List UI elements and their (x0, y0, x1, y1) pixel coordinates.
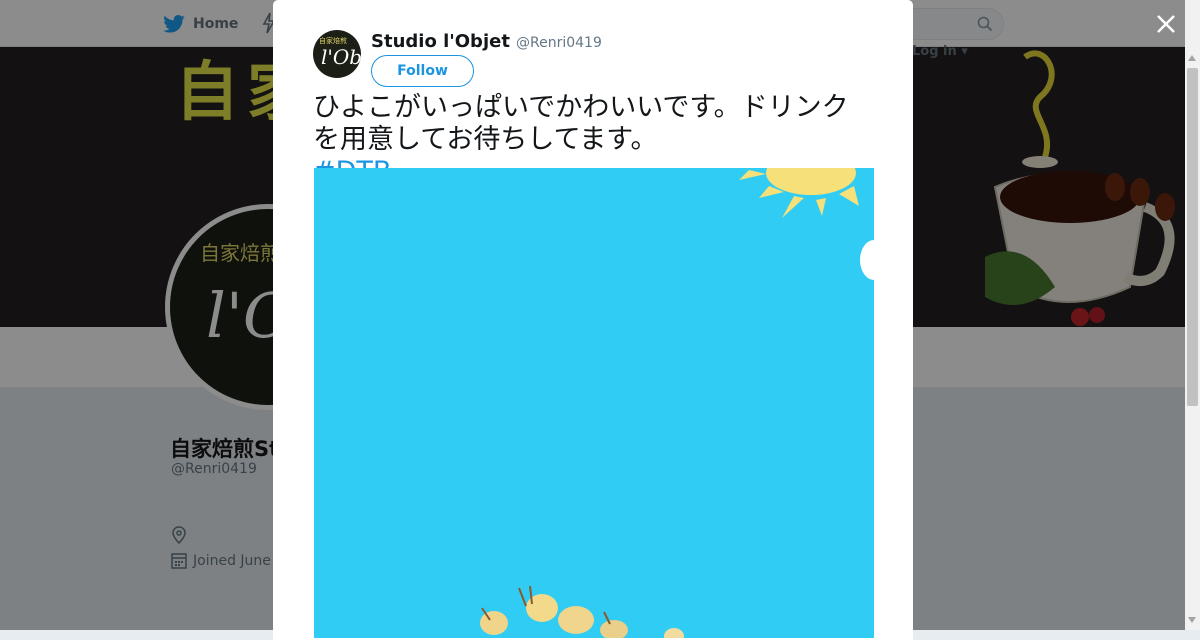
tweet-author-avatar[interactable]: 自家焙煎 l'Obj (313, 30, 361, 78)
tweet-body: ひよこがいっぱいでかわいいです。ドリンクを用意してお待ちしてます。 (313, 92, 849, 155)
tweet-media-image[interactable] (314, 168, 874, 638)
close-icon (1157, 15, 1175, 33)
tweet-author-handle[interactable]: @Renri0419 (516, 35, 602, 51)
tweet-author-name[interactable]: Studio l'Objet (371, 31, 510, 52)
sun-icon (480, 168, 859, 638)
scroll-down-arrow[interactable] (1188, 617, 1196, 623)
page-scrollbar[interactable] (1185, 0, 1200, 630)
follow-button[interactable]: Follow (371, 55, 474, 87)
avatar-small-logo: l'Obj (321, 45, 361, 69)
scroll-thumb[interactable] (1187, 68, 1198, 406)
tweet-modal: 自家焙煎 l'Obj Studio l'Objet @Renri0419 Fol… (273, 0, 913, 640)
scroll-up-arrow[interactable] (1188, 55, 1196, 61)
close-button[interactable] (1154, 12, 1178, 40)
